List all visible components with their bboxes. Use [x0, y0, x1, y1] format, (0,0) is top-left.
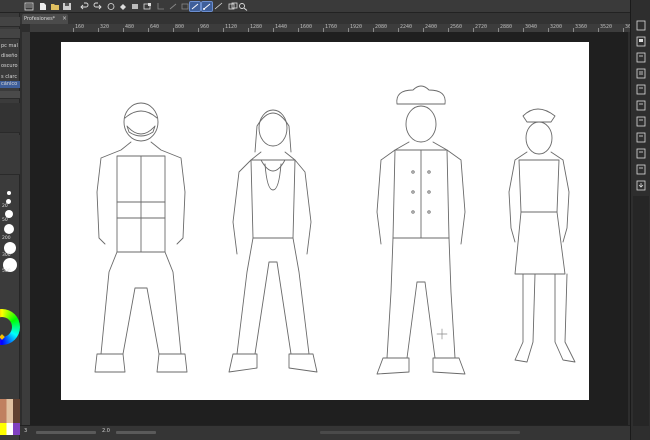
ruler-label: 1600: [300, 24, 313, 30]
ruler-label: 3520: [600, 24, 613, 30]
officer-figure: [508, 108, 576, 363]
app-window: pc mal diseño oscuro s clarc cánico 20 5…: [0, 0, 650, 440]
layer-mask-icon[interactable]: [228, 2, 238, 11]
firefighter-figure: [94, 102, 188, 373]
sketch-drawing: [94, 85, 576, 375]
color-swatches[interactable]: [0, 399, 20, 423]
horizontal-scrollbar[interactable]: [320, 431, 520, 434]
tool-row[interactable]: [0, 29, 20, 39]
nurse-figure: [228, 109, 318, 373]
ruler-snap-icon[interactable]: [214, 2, 224, 11]
ruler-label: 640: [150, 24, 160, 30]
document-icon[interactable]: [636, 64, 646, 79]
ruler-label: 3200: [550, 24, 563, 30]
redo-icon[interactable]: [92, 2, 102, 11]
right-panel: [630, 0, 650, 440]
cursor-crosshair: [436, 328, 448, 340]
brush-size-dot[interactable]: [5, 210, 13, 218]
document-icon[interactable]: [636, 128, 646, 143]
horizontal-ruler: 160 320 480 640 800 960 1120 1280 1440 1600 1760 19…: [30, 24, 630, 32]
save-icon[interactable]: [62, 2, 72, 11]
sub-tool-item[interactable]: pc mal: [0, 43, 20, 50]
ruler-label: 3360: [575, 24, 588, 30]
copy-icon[interactable]: [636, 48, 646, 63]
export-icon[interactable]: [636, 176, 646, 191]
snap-icon[interactable]: [201, 1, 213, 12]
ruler-label: 1920: [350, 24, 363, 30]
sub-tool-item-selected[interactable]: cánico: [0, 81, 20, 88]
ruler-label: 2720: [475, 24, 488, 30]
brush-size-dot[interactable]: [4, 224, 14, 234]
vertical-ruler: [22, 32, 30, 425]
close-icon[interactable]: ×: [62, 14, 67, 24]
document-icon[interactable]: [636, 96, 646, 111]
ruler-label: 480: [125, 24, 135, 30]
layer-icon[interactable]: [636, 16, 646, 31]
tool-property-box: [0, 103, 20, 133]
ruler-label: 2400: [425, 24, 438, 30]
status-bar: 3 2.0: [20, 425, 630, 440]
navigator-slider[interactable]: [36, 431, 96, 434]
eraser-icon[interactable]: [130, 2, 140, 11]
sub-tool-item[interactable]: oscuro: [0, 63, 20, 70]
document-icon[interactable]: [636, 160, 646, 175]
color-swatches[interactable]: [0, 423, 20, 435]
panel-controls[interactable]: [0, 91, 20, 99]
brush-size-label: 50: [2, 218, 8, 223]
document-icon[interactable]: [636, 112, 646, 127]
folder-icon[interactable]: [636, 32, 646, 47]
brush-size-label: 200: [2, 236, 11, 241]
document-icon[interactable]: [636, 144, 646, 159]
brush-size-label: 20: [2, 204, 8, 209]
tool-property-box: [0, 135, 20, 175]
ruler-label: 160: [75, 24, 85, 30]
undo-icon[interactable]: [80, 2, 90, 11]
left-tool-panel: pc mal diseño oscuro s clarc cánico 20 5…: [0, 13, 20, 440]
brush-size-label: 500: [2, 269, 11, 274]
tool-row[interactable]: [0, 17, 20, 27]
document-tab-bar: Profesiones* ×: [20, 13, 630, 24]
sub-tool-item[interactable]: s clarc: [0, 74, 20, 81]
zoom-value[interactable]: 2.0: [102, 428, 110, 434]
canvas-viewport[interactable]: [30, 32, 628, 425]
ruler-label: 1280: [250, 24, 263, 30]
drawing-canvas[interactable]: [61, 42, 589, 400]
brush-size-dot[interactable]: [7, 191, 11, 195]
menu-icon[interactable]: [24, 2, 34, 11]
document-tab[interactable]: Profesiones* ×: [22, 14, 68, 24]
stabilizer-icon[interactable]: [180, 2, 190, 11]
chef-figure: [376, 85, 466, 375]
ruler-label: 960: [200, 24, 210, 30]
sub-tool-item[interactable]: diseño: [0, 53, 20, 60]
brush-icon[interactable]: [168, 2, 178, 11]
ruler-label: 1440: [275, 24, 288, 30]
zoom-icon[interactable]: [238, 2, 248, 11]
new-file-icon[interactable]: [38, 2, 48, 11]
ruler-label: 320: [100, 24, 110, 30]
status-value: 3: [24, 428, 28, 434]
ruler-label: 800: [175, 24, 185, 30]
rotation-slider[interactable]: [116, 431, 156, 434]
crop-icon[interactable]: [156, 2, 166, 11]
pen-icon[interactable]: [189, 1, 201, 12]
transform-icon[interactable]: [142, 2, 152, 11]
document-icon[interactable]: [636, 80, 646, 95]
fill-icon[interactable]: [118, 2, 128, 11]
ruler-label: 2240: [400, 24, 413, 30]
ruler-label: 3040: [525, 24, 538, 30]
document-tab-label: Profesiones*: [24, 16, 56, 22]
open-folder-icon[interactable]: [50, 2, 60, 11]
ruler-label: 2560: [450, 24, 463, 30]
main-toolbar: [0, 0, 650, 13]
ruler-label: 1760: [325, 24, 338, 30]
panel-scroll-area[interactable]: [633, 196, 649, 426]
ruler-label: 2880: [500, 24, 513, 30]
ruler-label: 2080: [375, 24, 388, 30]
ruler-label: 1120: [225, 24, 238, 30]
circle-icon[interactable]: [106, 2, 116, 11]
